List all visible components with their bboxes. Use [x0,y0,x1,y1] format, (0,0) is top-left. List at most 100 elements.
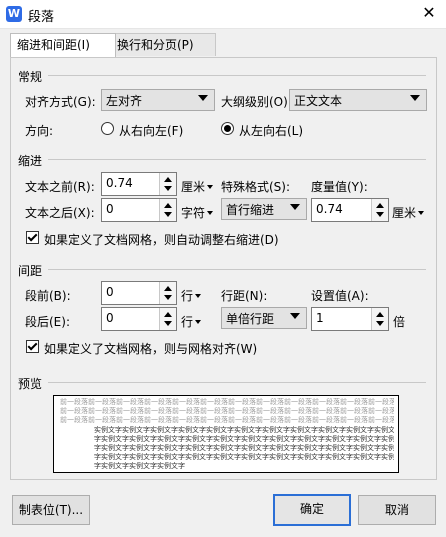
spacing-after-unit: 行 [181,315,194,329]
arrow-down-icon[interactable] [164,212,172,217]
caret-down-icon [195,294,202,298]
preview-previous-line: 前一段落前一段落前一段落前一段落前一段落前一段落前一段落前一段落前一段落前一段落… [60,398,394,406]
preview-sample-line: 字实例文字实例文字实例文字 [94,462,185,470]
rtl-radio[interactable] [101,122,114,135]
line-spacing-select[interactable]: 单倍行距 [221,307,307,329]
preview-previous-line: 前一段落前一段落前一段落前一段落前一段落前一段落前一段落前一段落前一段落前一段落… [60,416,394,424]
chevron-down-icon [290,204,300,210]
measure-label: 度量值(Y): [311,180,368,194]
rtl-label: 从右向左(F) [119,124,184,138]
indent-before-unit: 厘米 [181,180,206,194]
indent-after-unit-dropdown[interactable]: 字符 [181,204,214,221]
preview-previous-line: 前一段落前一段落前一段落前一段落前一段落前一段落前一段落前一段落前一段落前一段落… [60,407,394,415]
preview-sample-line: 字实例文字实例文字实例文字实例文字实例文字实例文字实例文字实例文字实例文字实例文… [94,435,394,443]
tab-line-page-breaks[interactable]: 换行和分页(P) [110,33,216,56]
alignment-select[interactable]: 左对齐 [101,89,215,111]
indent-section-title: 缩进 [18,154,43,168]
indent-grid-checkbox[interactable] [26,231,39,244]
arrow-down-icon[interactable] [376,321,384,326]
direction-label: 方向: [25,124,54,138]
wps-logo-icon: W [6,6,22,22]
setting-value-label: 设置值(A): [311,289,369,303]
spacing-separator [48,269,426,270]
outline-level-select[interactable]: 正文文本 [289,89,427,111]
arrow-down-icon[interactable] [376,212,384,217]
general-separator [48,75,426,76]
spacing-before-value: 0 [106,285,114,299]
measure-value: 0.74 [316,202,343,216]
special-format-label: 特殊格式(S): [221,180,291,194]
indent-grid-checkbox-label: 如果定义了文档网格，则自动调整右缩进(D) [44,233,279,247]
spin-buttons[interactable] [159,308,176,330]
dialog-title: 段落 [28,10,55,25]
chevron-down-icon [290,313,300,319]
setting-value-stepper[interactable]: 1 [311,307,389,331]
arrow-up-icon[interactable] [164,312,172,317]
alignment-label: 对齐方式(G): [25,95,96,109]
title-bar: W 段落 ✕ [0,0,446,29]
caret-down-icon [207,185,214,189]
arrow-up-icon[interactable] [164,286,172,291]
arrow-up-icon[interactable] [164,177,172,182]
arrow-up-icon[interactable] [376,312,384,317]
outline-level-label: 大纲级别(O): [221,95,292,109]
spacing-after-unit-dropdown[interactable]: 行 [181,313,202,330]
preview-sample-line: 字实例文字实例文字实例文字实例文字实例文字实例文字实例文字实例文字实例文字实例文… [94,444,394,452]
preview-sample-line: 字实例文字实例文字实例文字实例文字实例文字实例文字实例文字实例文字实例文字实例文… [94,453,394,461]
spacing-before-unit-dropdown[interactable]: 行 [181,287,202,304]
tab-stops-button[interactable]: 制表位(T)... [12,495,90,525]
indent-after-label: 文本之后(X): [25,206,95,220]
spin-buttons[interactable] [371,199,388,221]
spacing-before-unit: 行 [181,289,194,303]
spacing-after-value: 0 [106,311,114,325]
spacing-after-label: 段后(E): [25,315,70,329]
spin-buttons[interactable] [159,282,176,304]
measure-unit: 厘米 [392,206,417,220]
spin-buttons[interactable] [159,199,176,221]
preview-sample-line: 实例文字实例文字实例文字实例文字实例文字实例文字实例文字实例文字实例文字实例文字… [94,426,394,434]
indent-after-stepper[interactable]: 0 [101,198,177,222]
arrow-down-icon[interactable] [164,186,172,191]
preview-section-title: 预览 [18,377,43,391]
indent-separator [48,159,426,160]
caret-down-icon [195,320,202,324]
spacing-section-title: 间距 [18,264,43,278]
measure-stepper[interactable]: 0.74 [311,198,389,222]
indent-after-unit: 字符 [181,206,206,220]
tab-indent-spacing[interactable]: 缩进和间距(I) [10,33,116,58]
spacing-before-stepper[interactable]: 0 [101,281,177,305]
general-section-title: 常规 [18,70,43,84]
indent-before-unit-dropdown[interactable]: 厘米 [181,178,214,195]
chevron-down-icon [198,95,208,101]
ok-button[interactable]: 确定 [273,494,351,526]
cancel-button[interactable]: 取消 [358,495,436,525]
caret-down-icon [207,211,214,215]
measure-unit-dropdown[interactable]: 厘米 [392,204,425,221]
setting-value: 1 [316,311,324,325]
chevron-down-icon [410,95,420,101]
ltr-radio[interactable] [221,122,234,135]
indent-before-label: 文本之前(R): [25,180,95,194]
indent-before-stepper[interactable]: 0.74 [101,172,177,196]
indent-after-value: 0 [106,202,114,216]
setting-value-unit: 倍 [393,315,406,329]
spacing-grid-checkbox-label: 如果定义了文档网格，则与网格对齐(W) [44,342,258,356]
preview-box: 前一段落前一段落前一段落前一段落前一段落前一段落前一段落前一段落前一段落前一段落… [53,395,399,473]
caret-down-icon [418,211,425,215]
spacing-grid-checkbox[interactable] [26,340,39,353]
preview-separator [48,382,426,383]
arrow-up-icon[interactable] [164,203,172,208]
special-format-select[interactable]: 首行缩进 [221,198,307,220]
arrow-down-icon[interactable] [164,295,172,300]
special-format-value: 首行缩进 [226,203,275,217]
outline-level-value: 正文文本 [294,94,343,108]
arrow-up-icon[interactable] [376,203,384,208]
spacing-after-stepper[interactable]: 0 [101,307,177,331]
paragraph-dialog: W 段落 ✕ 换行和分页(P) 缩进和间距(I) 常规 对齐方式(G): 左对齐… [0,0,446,537]
spin-buttons[interactable] [371,308,388,330]
spin-buttons[interactable] [159,173,176,195]
line-spacing-label: 行距(N): [221,289,268,303]
ltr-label: 从左向右(L) [239,124,304,138]
arrow-down-icon[interactable] [164,321,172,326]
close-button[interactable]: ✕ [412,0,446,28]
